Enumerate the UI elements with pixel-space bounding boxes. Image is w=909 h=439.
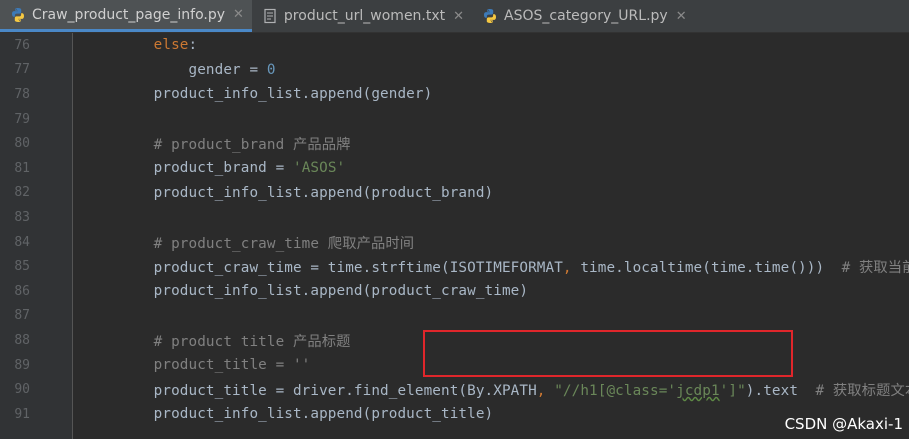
annotation-highlight-box	[423, 330, 793, 377]
editor-tab-bar: Craw_product_page_info.py ✕ product_url_wo…	[0, 0, 909, 33]
code-line[interactable]: 78 product_info_list.append(gender)	[0, 82, 909, 107]
line-number: 78	[14, 86, 30, 102]
close-icon[interactable]: ✕	[233, 7, 244, 22]
code-line[interactable]: 90 product_title = driver.find_element(B…	[0, 377, 909, 402]
tab-0[interactable]: Craw_product_page_info.py ✕	[0, 0, 252, 32]
line-number: 85	[14, 259, 30, 275]
code-line[interactable]: 84 # product_craw_time 爬取产品时间	[0, 230, 909, 255]
code-line[interactable]: 76 else:	[0, 33, 909, 58]
code-line[interactable]: 86 product_info_list.append(product_craw…	[0, 279, 909, 304]
code-line[interactable]: 82 product_info_list.append(product_bran…	[0, 181, 909, 206]
python-file-icon	[10, 7, 26, 23]
code-text: product_craw_time = time.strftime(ISOTIM…	[84, 260, 909, 277]
code-text: product_info_list.append(product_brand)	[84, 184, 494, 201]
line-number: 87	[14, 308, 30, 324]
line-number: 83	[14, 209, 30, 225]
code-line[interactable]: 77 gender = 0	[0, 58, 909, 83]
line-number: 88	[14, 332, 30, 348]
line-number: 81	[14, 160, 30, 176]
tab-label: product_url_women.txt	[283, 8, 446, 24]
code-text: product_title = driver.find_element(By.X…	[84, 383, 909, 400]
code-line[interactable]: 83	[0, 205, 909, 230]
code-text: product_info_list.append(gender)	[84, 86, 433, 103]
code-line[interactable]: 87	[0, 304, 909, 329]
tab-2[interactable]: ASOS_category_URL.py ✕	[472, 0, 695, 32]
line-number: 86	[14, 283, 30, 299]
code-line[interactable]: 80 # product_brand 产品品牌	[0, 131, 909, 156]
line-number: 89	[14, 357, 30, 373]
line-number: 91	[14, 406, 30, 422]
code-text: product_brand = 'ASOS'	[84, 160, 346, 177]
line-number: 77	[14, 62, 30, 78]
code-editor[interactable]: 76 else: 77 gender = 0 78 product_info_lis…	[0, 33, 909, 439]
tab-label: ASOS_category_URL.py	[504, 8, 668, 24]
code-line[interactable]: 79	[0, 107, 909, 132]
code-text: product_info_list.append(product_craw_ti…	[84, 283, 529, 300]
line-number: 84	[14, 234, 30, 250]
line-number: 80	[14, 136, 30, 152]
code-text: gender = 0	[84, 61, 276, 78]
code-text: product_info_list.append(product_title)	[84, 406, 494, 423]
close-icon[interactable]: ✕	[676, 9, 687, 24]
code-line[interactable]: 91 product_info_list.append(product_titl…	[0, 402, 909, 427]
code-text: # product title 产品标题	[84, 333, 351, 350]
text-file-icon	[262, 8, 278, 24]
watermark: CSDN @Akaxi-1	[784, 415, 903, 433]
code-line[interactable]: 81 product_brand = 'ASOS'	[0, 156, 909, 181]
code-line[interactable]: 85 product_craw_time = time.strftime(ISO…	[0, 254, 909, 279]
line-number: 82	[14, 185, 30, 201]
line-number: 76	[14, 37, 30, 53]
tab-1[interactable]: product_url_women.txt ✕	[252, 0, 472, 32]
code-text: else:	[153, 37, 198, 54]
code-text: product_title = ''	[84, 357, 311, 374]
code-text: # product_brand 产品品牌	[84, 137, 351, 154]
line-number: 90	[14, 382, 30, 398]
close-icon[interactable]: ✕	[453, 9, 464, 24]
tab-label: Craw_product_page_info.py	[32, 6, 226, 23]
python-file-icon	[482, 8, 498, 24]
line-number: 79	[14, 111, 30, 127]
code-text: # product_craw_time 爬取产品时间	[84, 235, 415, 252]
